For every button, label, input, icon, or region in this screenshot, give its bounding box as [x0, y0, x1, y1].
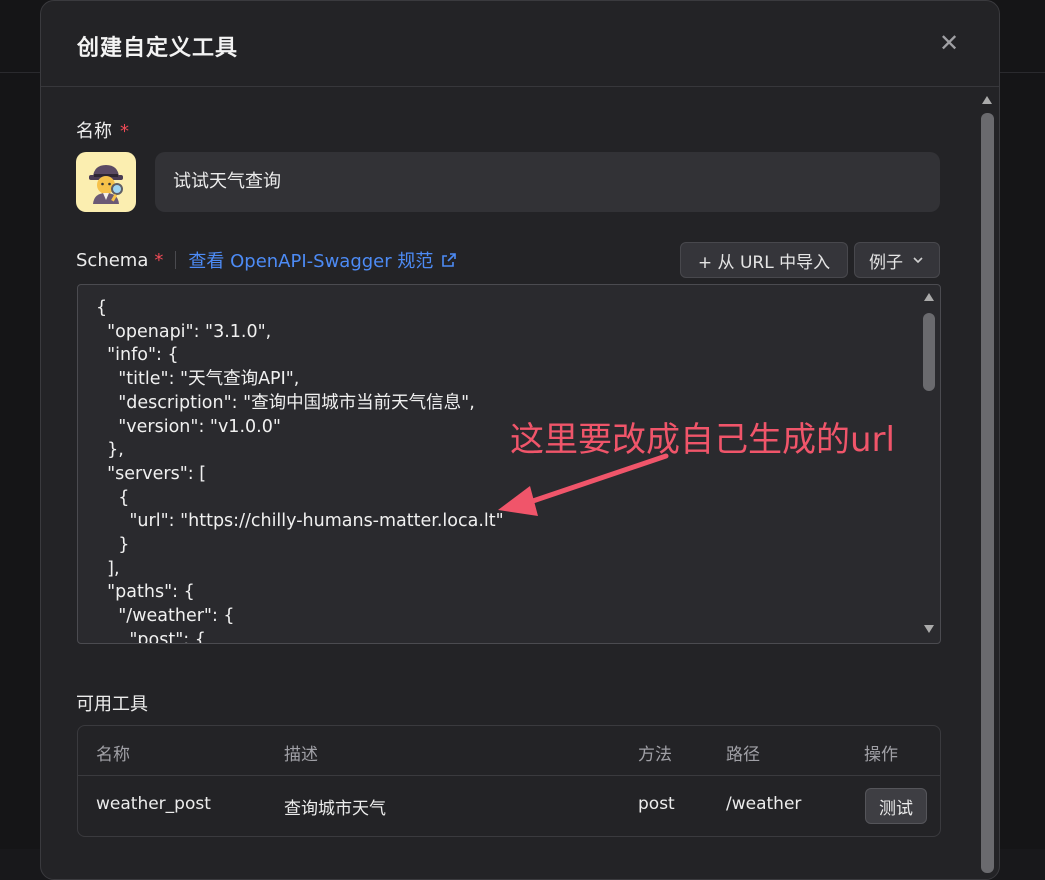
code-line: "url": "https://chilly-humans-matter.loc… [96, 510, 504, 534]
code-line: { [96, 297, 504, 321]
name-label-row: 名称 * [76, 117, 129, 143]
available-tools-label: 可用工具 [76, 690, 148, 716]
code-line: } [96, 534, 504, 558]
schema-divider [175, 251, 176, 269]
schema-code[interactable]: { "openapi": "3.1.0", "info": { "title":… [96, 297, 504, 644]
col-action: 操作 [864, 740, 898, 765]
code-line: { [96, 487, 504, 511]
dialog-header: 创建自定义工具 ✕ [41, 1, 999, 87]
row-tool-description: 查询城市天气 [284, 794, 386, 819]
chevron-down-icon [911, 253, 925, 267]
editor-scroll-up-arrow[interactable] [924, 293, 934, 301]
code-line: "description": "查询中国城市当前天气信息", [96, 392, 504, 416]
openapi-spec-link[interactable]: 查看 OpenAPI-Swagger 规范 [188, 247, 457, 273]
examples-dropdown[interactable]: 例子 [854, 242, 940, 278]
examples-label: 例子 [869, 248, 903, 273]
tool-avatar[interactable] [76, 152, 136, 212]
code-line: "title": "天气查询API", [96, 368, 504, 392]
code-line: "info": { [96, 344, 504, 368]
schema-required-mark: * [154, 250, 163, 271]
code-line: "paths": { [96, 581, 504, 605]
table-header: 名称 描述 方法 路径 操作 [78, 726, 940, 776]
row-tool-name: weather_post [96, 794, 211, 814]
code-line: ], [96, 558, 504, 582]
row-tool-method: post [638, 794, 675, 814]
code-line: "servers": [ [96, 463, 504, 487]
code-line: "openapi": "3.1.0", [96, 321, 504, 345]
col-description: 描述 [284, 740, 318, 765]
dialog-scroll-up-arrow[interactable] [982, 96, 992, 104]
dialog-scrollbar-thumb[interactable] [981, 113, 994, 873]
code-line: "post": { [96, 629, 504, 644]
tool-name-input[interactable]: 试试天气查询 [155, 152, 940, 212]
schema-header: Schema * 查看 OpenAPI-Swagger 规范 [76, 246, 457, 274]
dialog-title: 创建自定义工具 [77, 30, 238, 62]
import-from-url-button[interactable]: + 从 URL 中导入 [680, 242, 848, 278]
detective-emoji-icon [76, 152, 136, 212]
editor-scroll-down-arrow[interactable] [924, 625, 934, 633]
name-label: 名称 [76, 121, 112, 142]
schema-label: Schema [76, 250, 148, 271]
editor-scrollbar-thumb[interactable] [923, 313, 935, 391]
external-link-icon [441, 252, 457, 268]
openapi-spec-link-text: 查看 OpenAPI-Swagger 规范 [188, 247, 433, 273]
required-mark: * [120, 121, 129, 142]
code-line: "version": "v1.0.0" [96, 416, 504, 440]
row-tool-path: /weather [726, 794, 801, 814]
code-line: }, [96, 439, 504, 463]
close-icon[interactable]: ✕ [937, 31, 961, 55]
test-tool-button[interactable]: 测试 [865, 788, 927, 824]
annotation-arrow-icon [490, 452, 680, 522]
col-path: 路径 [726, 740, 760, 765]
code-line: "/weather": { [96, 605, 504, 629]
tools-table: 名称 描述 方法 路径 操作 weather_post 查询城市天气 post … [77, 725, 941, 837]
col-name: 名称 [96, 740, 130, 765]
col-method: 方法 [638, 740, 672, 765]
